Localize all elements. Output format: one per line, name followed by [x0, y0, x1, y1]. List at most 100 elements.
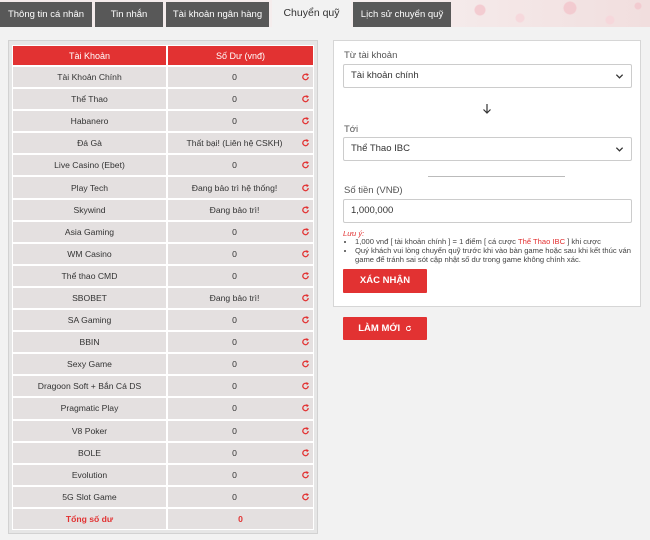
chevron-down-icon [615, 74, 624, 79]
chevron-down-icon [615, 147, 624, 152]
table-row: SA Gaming 0 [12, 309, 314, 332]
refresh-icon[interactable] [301, 95, 310, 104]
account-name: Thể Thao [12, 88, 167, 111]
decorative-blossom-background [450, 0, 650, 27]
refresh-icon[interactable] [301, 117, 310, 126]
balance-value: 0 [232, 248, 237, 259]
note-highlight: Thể Thao IBC [517, 237, 566, 246]
account-name: 5G Slot Game [12, 485, 167, 508]
header-balance: Số Dư (vnđ) [167, 45, 314, 66]
note-item: Quý khách vui lòng chuyển quỹ trước khi … [355, 246, 635, 264]
account-name: Skywind [12, 198, 167, 221]
header-account: Tài Khoản [12, 45, 167, 66]
table-row: V8 Poker 0 [12, 419, 314, 442]
balance-value: 0 [232, 491, 237, 502]
from-account-label: Từ tài khoản [344, 50, 398, 61]
table-row: Evolution 0 [12, 463, 314, 486]
total-label: Tổng số dư [12, 507, 167, 530]
refresh-icon[interactable] [301, 249, 310, 258]
balance-panel: Tài Khoản Số Dư (vnđ) Tài Khoản Chính 0 Th… [8, 40, 318, 534]
table-header-row: Tài Khoản Số Dư (vnđ) [12, 45, 314, 66]
account-balance: 0 [167, 397, 314, 420]
refresh-icon[interactable] [301, 183, 310, 192]
account-name: Sexy Game [12, 353, 167, 376]
reset-button[interactable]: LÀM MỚI [343, 317, 427, 340]
total-row: Tổng số dư 0 [12, 507, 314, 530]
table-row: Tài Khoản Chính 0 [12, 66, 314, 89]
table-row: Thể thao CMD 0 [12, 264, 314, 287]
refresh-icon[interactable] [301, 316, 310, 325]
to-account-select[interactable]: Thể Thao IBC [343, 137, 632, 161]
refresh-icon[interactable] [301, 205, 310, 214]
refresh-icon[interactable] [301, 338, 310, 347]
confirm-button[interactable]: XÁC NHẬN [343, 269, 427, 293]
account-name: Thể thao CMD [12, 264, 167, 287]
account-balance: 0 [167, 264, 314, 287]
table-row: Play Tech Đang bảo trì hệ thống! [12, 176, 314, 199]
balance-value: 0 [232, 337, 237, 348]
account-name: V8 Poker [12, 419, 167, 442]
account-balance: 0 [167, 463, 314, 486]
amount-value: 1,000,000 [351, 205, 394, 216]
balance-value: 0 [232, 72, 237, 83]
transfer-form-panel: Từ tài khoản Tài khoản chính Tới Thể Tha… [333, 40, 641, 307]
balance-value: 0 [232, 116, 237, 127]
account-balance: 0 [167, 419, 314, 442]
to-account-label: Tới [344, 124, 359, 135]
account-balance: 0 [167, 331, 314, 354]
note-list: 1,000 vnđ [ tài khoản chính ] = 1 điểm [… [343, 237, 635, 264]
balance-value: Đang bảo trì! [209, 292, 260, 303]
tab-personal-info[interactable]: Thông tin cá nhân [0, 2, 92, 27]
refresh-icon [405, 325, 411, 332]
refresh-icon[interactable] [301, 271, 310, 280]
to-account-value: Thể Thao IBC [351, 143, 410, 154]
refresh-icon[interactable] [301, 470, 310, 479]
tab-fund-transfer[interactable]: Chuyển quỹ [272, 0, 351, 27]
refresh-icon[interactable] [301, 73, 310, 82]
account-balance: 0 [167, 485, 314, 508]
balance-value: 0 [232, 315, 237, 326]
balance-value: 0 [232, 94, 237, 105]
note-item: 1,000 vnđ [ tài khoản chính ] = 1 điểm [… [355, 237, 635, 246]
account-name: SBOBET [12, 286, 167, 310]
refresh-icon[interactable] [301, 426, 310, 435]
refresh-icon[interactable] [301, 382, 310, 391]
refresh-icon[interactable] [301, 360, 310, 369]
tab-bank-accounts[interactable]: Tài khoản ngân hàng [166, 2, 269, 27]
refresh-icon[interactable] [301, 139, 310, 148]
balance-value: Thất bại! (Liên hệ CSKH) [186, 138, 283, 149]
refresh-icon[interactable] [301, 293, 310, 302]
account-name: Live Casino (Ebet) [12, 154, 167, 177]
balance-value: Đang bảo trì! [209, 204, 260, 215]
refresh-icon[interactable] [301, 492, 310, 501]
account-name: Dragoon Soft + Bắn Cá DS [12, 375, 167, 398]
table-row: SBOBET Đang bảo trì! [12, 286, 314, 310]
balance-table: Tài Khoản Số Dư (vnđ) Tài Khoản Chính 0 Th… [12, 45, 314, 530]
account-balance: 0 [167, 242, 314, 265]
account-name: Evolution [12, 463, 167, 486]
account-balance: Thất bại! (Liên hệ CSKH) [167, 132, 314, 155]
balance-value: Đang bảo trì hệ thống! [191, 182, 278, 193]
account-name: BBIN [12, 331, 167, 354]
table-row: Đá Gà Thất bại! (Liên hệ CSKH) [12, 132, 314, 155]
refresh-icon[interactable] [301, 161, 310, 170]
from-account-select[interactable]: Tài khoản chính [343, 64, 632, 88]
account-balance: 0 [167, 110, 314, 133]
balance-value: 0 [232, 381, 237, 392]
refresh-icon[interactable] [301, 227, 310, 236]
refresh-icon[interactable] [301, 448, 310, 457]
tab-transfer-history[interactable]: Lịch sử chuyển quỹ [353, 2, 451, 27]
amount-input[interactable]: 1,000,000 [343, 199, 632, 223]
account-name: SA Gaming [12, 309, 167, 332]
account-balance: 0 [167, 66, 314, 89]
amount-label: Số tiền (VNĐ) [344, 185, 403, 196]
account-balance: 0 [167, 375, 314, 398]
divider [428, 176, 565, 177]
account-name: Habanero [12, 110, 167, 133]
table-row: Skywind Đang bảo trì! [12, 198, 314, 221]
tab-messages[interactable]: Tin nhắn [95, 2, 163, 27]
balance-value: 0 [232, 359, 237, 370]
table-row: BOLE 0 [12, 441, 314, 464]
refresh-icon[interactable] [301, 404, 310, 413]
arrow-down-icon [483, 104, 491, 114]
